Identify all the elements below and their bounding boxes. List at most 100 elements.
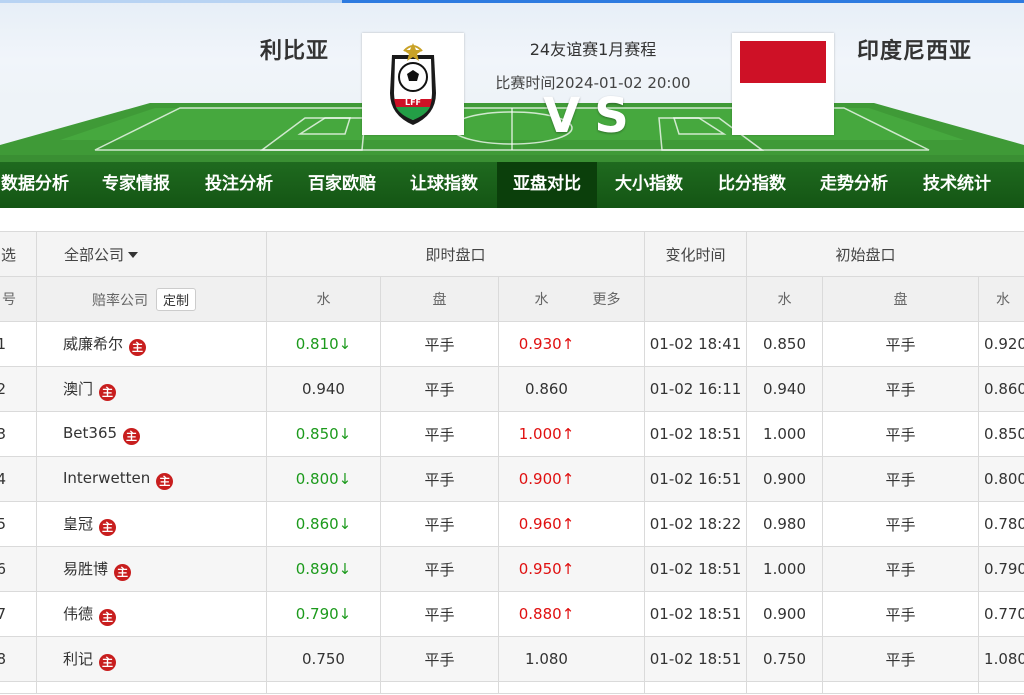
more-link[interactable]: 更多 [577,289,637,309]
initial-handicap: 平手 [822,411,980,457]
initial-water-2: 0.860 [978,366,1024,412]
company-cell: 澳门主 [36,366,267,412]
live-handicap: 平手 [380,321,499,367]
odds-table: 选 全部公司 即时盘口 变化时间 初始盘口 号 赔率公司 定制 水 盘 水更多 水… [0,231,1024,694]
live-water-2: 0.960↑ [497,501,646,547]
company-name-link[interactable]: 威廉希尔 [63,335,123,353]
initial-handicap: 平手 [822,501,980,547]
table-row[interactable]: 5皇冠主0.860↓平手0.960↑01-02 18:220.980平手0.78… [0,501,1024,547]
initial-water-2: 0.800 [978,456,1024,502]
initial-water-1: 1.000 [746,546,824,592]
select-header: 选 [0,231,37,277]
change-time: 01-02 18:41 [644,321,748,367]
initial-water-2: 1.080 [978,636,1024,682]
change-time: 01-02 18:51 [644,411,748,457]
live-handicap: 平手 [380,546,499,592]
live-handicap: 平手 [380,411,499,457]
live-water-1: 0.810↓ [266,321,381,367]
change-time: 01-02 18:22 [644,501,748,547]
initial-water-2: 0.770 [978,591,1024,637]
live-water-1: 0.940 [266,366,381,412]
table-row[interactable]: 2澳门主0.940平手0.86001-02 16:110.940平手0.860 [0,366,1024,412]
nav-expert-intel[interactable]: 专家情报 [92,162,180,208]
company-name-link[interactable]: 伟德 [63,605,93,623]
company-name-link[interactable]: 利记 [63,650,93,668]
initial-water-2: 0.790 [978,546,1024,592]
live-water-2: 0.900↑ [497,456,646,502]
live-water-1: 0.790↓ [266,591,381,637]
live-water-2: 0.860 [497,366,646,412]
row-number: 6 [0,546,37,592]
host-badge-icon: 主 [99,518,117,536]
row-number: 5 [0,501,37,547]
nav-euro-odds[interactable]: 百家欧赔 [298,162,386,208]
row-number: 3 [0,411,37,457]
live-water-1: 0.860↓ [266,501,381,547]
initial-water-1: 0.900 [746,591,824,637]
host-badge-icon: 主 [123,427,141,445]
live-water-2: 0.880↑ [497,591,646,637]
host-badge-icon: 主 [99,383,117,401]
nav-over-under[interactable]: 大小指数 [605,162,693,208]
initial-odds-header: 初始盘口 [746,231,1024,277]
company-cell: 皇冠主 [36,501,267,547]
nav-handicap-index[interactable]: 让球指数 [400,162,488,208]
table-row[interactable]: 1威廉希尔主0.810↓平手0.930↑01-02 18:410.850平手0.… [0,321,1024,367]
away-team-name: 印度尼西亚 [857,39,973,64]
analysis-nav: 数据分析 专家情报 投注分析 百家欧赔 让球指数 亚盘对比 大小指数 比分指数 … [0,162,1024,208]
table-row-partial [0,681,1024,694]
table-row[interactable]: 3Bet365主0.850↓平手1.000↑01-02 18:511.000平手… [0,411,1024,457]
initial-handicap: 平手 [822,366,980,412]
row-number: 1 [0,321,37,367]
table-row[interactable]: 6易胜博主0.890↓平手0.950↑01-02 18:511.000平手0.7… [0,546,1024,592]
company-name-link[interactable]: 澳门 [63,380,93,398]
table-row[interactable]: 7伟德主0.790↓平手0.880↑01-02 18:510.900平手0.77… [0,591,1024,637]
handicap-header: 盘 [380,276,499,322]
odds-table-container: 选 全部公司 即时盘口 变化时间 初始盘口 号 赔率公司 定制 水 盘 水更多 水… [0,231,1024,694]
change-time: 01-02 18:51 [644,591,748,637]
row-number: 8 [0,636,37,682]
company-cell: 伟德主 [36,591,267,637]
live-handicap: 平手 [380,591,499,637]
init-water-header-1: 水 [746,276,824,322]
nav-asian-handicap[interactable]: 亚盘对比 [497,162,597,208]
change-time-header: 变化时间 [644,231,748,277]
water-more-header: 水更多 [497,276,646,322]
all-companies-dropdown[interactable]: 全部公司 [36,231,267,277]
nav-tech-stats[interactable]: 技术统计 [913,162,1001,208]
company-cell: Bet365 主 [36,411,267,457]
match-title: 24友谊赛1月赛程 [529,40,657,59]
live-water-1: 0.750 [266,636,381,682]
initial-water-1: 0.940 [746,366,824,412]
initial-handicap: 平手 [822,546,980,592]
host-badge-icon: 主 [99,608,117,626]
change-time: 01-02 16:51 [644,456,748,502]
host-badge-icon: 主 [114,563,132,581]
table-row[interactable]: 4Interwetten主0.800↓平手0.900↑01-02 16:510.… [0,456,1024,502]
initial-water-2: 0.850 [978,411,1024,457]
nav-data-analysis[interactable]: 数据分析 [0,162,78,208]
match-header: 利比亚 LFF 24友谊赛1月赛程 比赛时间2024-01-02 20:00 V… [0,0,1024,162]
row-number: 4 [0,456,37,502]
initial-water-2: 0.780 [978,501,1024,547]
odds-company-header: 赔率公司 定制 [36,276,267,322]
company-name-link[interactable]: Bet365 [63,424,117,442]
initial-water-2: 0.920 [978,321,1024,367]
change-time: 01-02 16:11 [644,366,748,412]
svg-text:LFF: LFF [405,98,421,107]
nav-bet-analysis[interactable]: 投注分析 [195,162,283,208]
live-water-2: 1.000↑ [497,411,646,457]
company-name-link[interactable]: 皇冠 [63,515,93,533]
water-header-1: 水 [266,276,381,322]
nav-trend-analysis[interactable]: 走势分析 [810,162,898,208]
table-row[interactable]: 8利记主0.750平手1.08001-02 18:510.750平手1.080 [0,636,1024,682]
initial-water-1: 0.980 [746,501,824,547]
away-team-flag-icon [732,33,834,135]
company-name-link[interactable]: 易胜博 [63,560,108,578]
live-handicap: 平手 [380,501,499,547]
init-water-header-2: 水 [978,276,1024,322]
live-water-1: 0.890↓ [266,546,381,592]
customize-button[interactable]: 定制 [156,287,197,311]
company-name-link[interactable]: Interwetten [63,469,150,487]
nav-score-index[interactable]: 比分指数 [708,162,796,208]
